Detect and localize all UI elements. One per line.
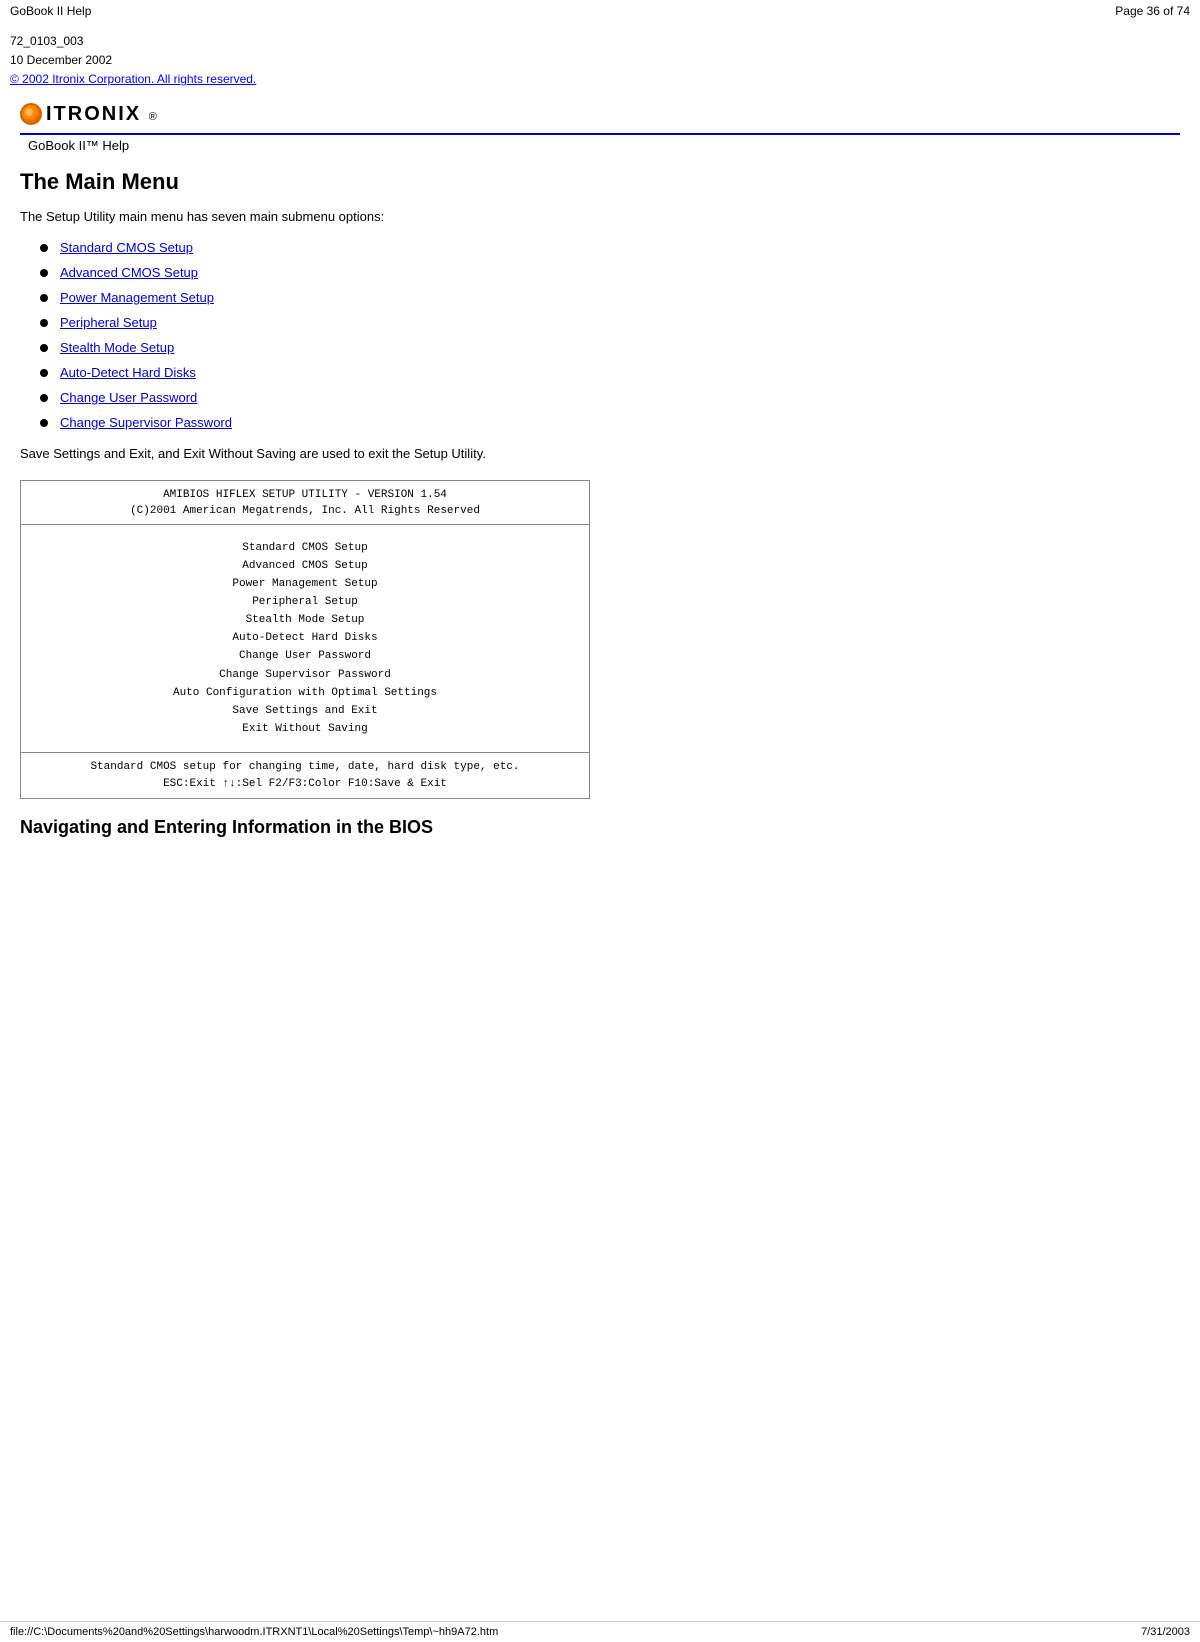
header-label: GoBook II™ Help — [10, 135, 1190, 159]
menu-list: Standard CMOS Setup Advanced CMOS Setup … — [20, 240, 1180, 430]
bios-menu-item-9: Auto Configuration with Optimal Settings — [29, 684, 581, 702]
list-item-2: Advanced CMOS Setup — [20, 265, 1180, 280]
bios-menu-item-7: Change User Password — [29, 647, 581, 665]
bios-footer: Standard CMOS setup for changing time, d… — [21, 752, 589, 798]
bottom-bar: file://C:\Documents%20and%20Settings\har… — [0, 1621, 1200, 1642]
list-item-7: Change User Password — [20, 390, 1180, 405]
bios-menu-item-2: Advanced CMOS Setup — [29, 557, 581, 575]
copyright-link[interactable]: © 2002 Itronix Corporation. All rights r… — [10, 72, 256, 86]
bios-screenshot: AMIBIOS HIFLEX SETUP UTILITY - VERSION 1… — [20, 480, 590, 800]
logo-area: ITRONIX ® — [10, 98, 1190, 131]
intro-text: The Setup Utility main menu has seven ma… — [20, 207, 1180, 227]
bullet-icon-6 — [40, 369, 48, 377]
list-item-6: Auto-Detect Hard Disks — [20, 365, 1180, 380]
date-stamp: 7/31/2003 — [1141, 1626, 1190, 1638]
bios-footer-line1: Standard CMOS setup for changing time, d… — [29, 759, 581, 776]
bullet-icon-5 — [40, 344, 48, 352]
list-item-3: Power Management Setup — [20, 290, 1180, 305]
bullet-icon-7 — [40, 394, 48, 402]
link-change-supervisor-pwd[interactable]: Change Supervisor Password — [60, 415, 232, 430]
app-title: GoBook II Help — [10, 4, 91, 18]
bios-footer-line2: ESC:Exit ↑↓:Sel F2/F3:Color F10:Save & E… — [29, 776, 581, 793]
bullet-icon-1 — [40, 244, 48, 252]
bios-title-line2: (C)2001 American Megatrends, Inc. All Ri… — [29, 503, 581, 520]
bios-menu-item-11: Exit Without Saving — [29, 720, 581, 738]
list-item-1: Standard CMOS Setup — [20, 240, 1180, 255]
save-text: Save Settings and Exit, and Exit Without… — [20, 444, 1180, 464]
link-advanced-cmos[interactable]: Advanced CMOS Setup — [60, 265, 198, 280]
list-item-8: Change Supervisor Password — [20, 415, 1180, 430]
bios-menu: Standard CMOS Setup Advanced CMOS Setup … — [21, 525, 589, 753]
top-bar: GoBook II Help Page 36 of 74 — [0, 0, 1200, 22]
list-item-4: Peripheral Setup — [20, 315, 1180, 330]
bullet-icon-8 — [40, 419, 48, 427]
link-standard-cmos[interactable]: Standard CMOS Setup — [60, 240, 193, 255]
header-section: 72_0103_003 10 December 2002 © 2002 Itro… — [0, 22, 1200, 159]
bios-menu-item-6: Auto-Detect Hard Disks — [29, 629, 581, 647]
bios-menu-item-4: Peripheral Setup — [29, 593, 581, 611]
link-stealth-mode[interactable]: Stealth Mode Setup — [60, 340, 174, 355]
bios-menu-item-3: Power Management Setup — [29, 575, 581, 593]
page-number: Page 36 of 74 — [1115, 4, 1190, 18]
link-change-user-pwd[interactable]: Change User Password — [60, 390, 197, 405]
link-peripheral[interactable]: Peripheral Setup — [60, 315, 157, 330]
bios-menu-item-8: Change Supervisor Password — [29, 666, 581, 684]
itronix-globe-icon — [20, 103, 42, 125]
bios-title-line1: AMIBIOS HIFLEX SETUP UTILITY - VERSION 1… — [29, 487, 581, 504]
link-power-mgmt[interactable]: Power Management Setup — [60, 290, 214, 305]
bios-menu-item-10: Save Settings and Exit — [29, 702, 581, 720]
link-auto-detect[interactable]: Auto-Detect Hard Disks — [60, 365, 196, 380]
bios-menu-item-1: Standard CMOS Setup — [29, 539, 581, 557]
list-item-5: Stealth Mode Setup — [20, 340, 1180, 355]
main-content: The Main Menu The Setup Utility main men… — [0, 159, 1200, 859]
doc-id: 72_0103_003 — [10, 32, 1190, 51]
bios-menu-item-5: Stealth Mode Setup — [29, 611, 581, 629]
bios-header: AMIBIOS HIFLEX SETUP UTILITY - VERSION 1… — [21, 481, 589, 525]
page-title: The Main Menu — [20, 169, 1180, 195]
bullet-icon-2 — [40, 269, 48, 277]
brand-name: ITRONIX ® — [46, 103, 159, 126]
nav-section-title: Navigating and Entering Information in t… — [20, 817, 1180, 838]
meta-info: 72_0103_003 10 December 2002 © 2002 Itro… — [10, 32, 1190, 90]
bullet-icon-3 — [40, 294, 48, 302]
doc-date: 10 December 2002 — [10, 51, 1190, 70]
bullet-icon-4 — [40, 319, 48, 327]
file-path: file://C:\Documents%20and%20Settings\har… — [10, 1626, 498, 1638]
